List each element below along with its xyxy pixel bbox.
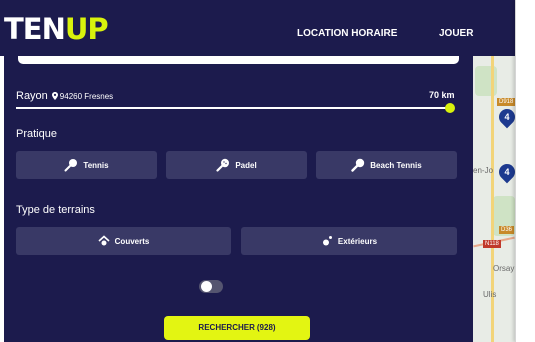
terrain-couverts-label: Couverts: [114, 236, 150, 246]
location-pin-icon: [51, 92, 58, 100]
distance-slider-thumb[interactable]: [445, 103, 455, 113]
padel-racket-icon: [216, 158, 230, 172]
map-place-label: Ulis: [483, 290, 497, 299]
map-pin[interactable]: 4: [495, 160, 515, 184]
distance-value: 70 km: [429, 90, 455, 100]
tennis-racket-icon: [64, 159, 78, 172]
logo-part-ten: TEN: [4, 12, 66, 46]
address-input[interactable]: [18, 56, 459, 64]
road-shield: D918: [497, 98, 515, 106]
tenup-logo[interactable]: TENUP: [4, 12, 109, 46]
search-panel: Rayon 94260 Fresnes 70 km Pratique Tennis…: [4, 56, 473, 342]
map-pin-count: 4: [504, 167, 510, 177]
outdoor-court-icon: [322, 236, 332, 246]
site-header: TENUP LOCATION HORAIRE JOUER: [0, 0, 515, 56]
pratique-padel-button[interactable]: Padel: [166, 151, 307, 179]
pratique-beach-tennis-label: Beach Tennis: [370, 160, 422, 170]
toggle-knob: [201, 281, 212, 292]
terrain-exterieurs-label: Extérieurs: [337, 236, 378, 246]
map-pin[interactable]: 4: [495, 105, 515, 129]
nav-jouer[interactable]: JOUER: [439, 28, 473, 39]
right-side-panel: [515, 0, 535, 342]
map-view[interactable]: D918 4 4 en-Jo D36 N118 Orsay Ulis: [473, 56, 515, 342]
type-terrains-title: Type de terrains: [16, 204, 95, 216]
pratique-title: Pratique: [16, 128, 57, 140]
pratique-tennis-label: Tennis: [83, 160, 109, 170]
map-pin-count: 4: [504, 112, 510, 122]
map-place-label: Orsay: [493, 264, 515, 273]
nav-location-horaire[interactable]: LOCATION HORAIRE: [297, 28, 397, 39]
rayon-label: Rayon: [16, 90, 48, 102]
road-shield: N118: [483, 240, 501, 248]
map-road: [491, 56, 494, 342]
filter-toggle[interactable]: [199, 280, 223, 293]
covered-court-icon: [98, 235, 110, 246]
rayon-location: 94260 Fresnes: [59, 92, 114, 101]
rechercher-label: RECHERCHER: [198, 323, 255, 332]
beach-tennis-racket-icon: [351, 158, 365, 172]
road-shield: D36: [499, 226, 515, 234]
rechercher-button[interactable]: RECHERCHER (928): [164, 316, 310, 340]
pratique-beach-tennis-button[interactable]: Beach Tennis: [316, 151, 457, 179]
pratique-tennis-button[interactable]: Tennis: [16, 151, 157, 179]
result-count: (928): [256, 323, 276, 332]
logo-part-up: UP: [64, 12, 109, 46]
pratique-padel-label: Padel: [235, 160, 257, 170]
distance-slider[interactable]: [16, 107, 453, 109]
map-place-label: en-Jo: [473, 166, 494, 175]
terrain-exterieurs-button[interactable]: Extérieurs: [241, 227, 457, 255]
terrain-couverts-button[interactable]: Couverts: [16, 227, 231, 255]
rayon-row: Rayon 94260 Fresnes: [16, 90, 113, 102]
